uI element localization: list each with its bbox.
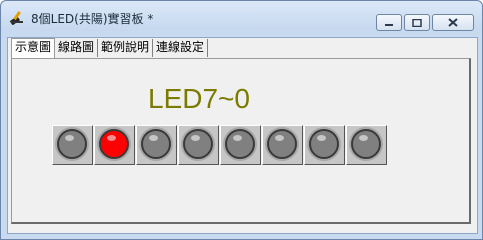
close-icon [448,18,458,27]
title-bar[interactable]: 8個LED(共陽)實習板 * [1,1,482,31]
led-button[interactable] [178,125,219,165]
led-on-icon [99,129,129,159]
led-button[interactable] [304,125,345,165]
client-area: 示意圖 線路圖 範例說明 連線設定 LED7~0 [7,37,478,234]
led-button[interactable] [52,125,93,165]
led-button[interactable] [94,125,135,165]
maximize-icon [412,18,422,27]
led-button[interactable] [136,125,177,165]
tab-connection[interactable]: 連線設定 [153,39,209,57]
led-off-icon [267,129,297,159]
window-controls [376,14,474,32]
led-button[interactable] [346,125,387,165]
app-window: 8個LED(共陽)實習板 * 示意圖 線路圖 範例說明 連線設定 LED7~0 [0,0,483,240]
tab-diagram[interactable]: 示意圖 [11,38,56,58]
led-row [52,125,387,165]
led-heading: LED7~0 [148,83,250,114]
led-button[interactable] [262,125,303,165]
diagram-panel: LED7~0 [11,58,471,224]
led-off-icon [141,129,171,159]
tab-example[interactable]: 範例說明 [98,39,154,57]
led-off-icon [183,129,213,159]
app-tool-icon[interactable] [9,9,25,26]
led-off-icon [309,129,339,159]
maximize-button[interactable] [404,14,430,31]
tab-circuit[interactable]: 線路圖 [55,39,99,57]
minimize-icon [385,23,393,26]
close-button[interactable] [432,14,474,31]
window-title: 8個LED(共陽)實習板 * [31,12,154,26]
tab-strip: 示意圖 線路圖 範例說明 連線設定 [11,38,209,59]
led-off-icon [351,129,381,159]
minimize-button[interactable] [376,14,402,31]
led-off-icon [225,129,255,159]
led-button[interactable] [220,125,261,165]
led-off-icon [57,129,87,159]
